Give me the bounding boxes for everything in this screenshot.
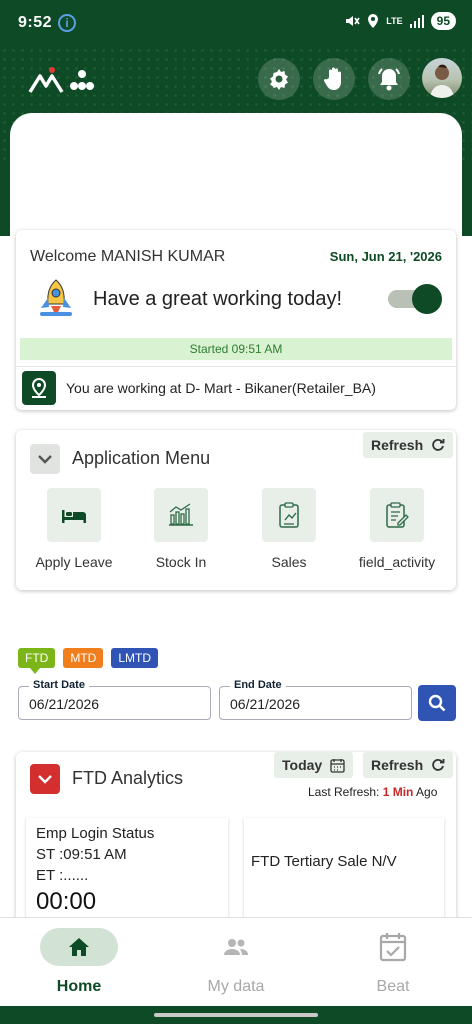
attendance-button[interactable] — [313, 58, 355, 100]
start-date-label: Start Date — [29, 679, 89, 691]
menu-item-field-activity[interactable]: field_activity — [343, 488, 451, 570]
menu-item-label: field_activity — [358, 554, 436, 570]
system-navigation-bar — [0, 1006, 472, 1024]
today-label: Today — [282, 757, 323, 773]
last-refresh-value: 1 Min — [382, 785, 414, 799]
calendar-check-icon — [354, 928, 432, 966]
ftd-analytics-title: FTD Analytics — [72, 768, 184, 788]
nav-label: My data — [207, 978, 265, 995]
settings-button[interactable] — [258, 58, 300, 100]
chip-mtd[interactable]: MTD — [63, 648, 104, 668]
application-menu-title: Application Menu — [72, 448, 211, 468]
hand-icon — [323, 67, 341, 90]
profile-photo — [430, 64, 454, 98]
bed-icon — [47, 488, 101, 542]
info-icon: i — [58, 14, 76, 32]
login-status-card: Emp Login Status ST :09:51 AM ET :......… — [26, 818, 228, 928]
tertiary-sale-card: FTD Tertiary Sale N/V — [244, 818, 444, 928]
welcome-name: Welcome MANISH KUMAR — [30, 248, 226, 265]
last-refresh-text: Last Refresh: 1 Min Ago — [308, 785, 437, 799]
search-button[interactable] — [418, 685, 456, 721]
tertiary-sale-title: FTD Tertiary Sale N/V — [251, 853, 397, 870]
last-refresh-suffix: Ago — [413, 785, 438, 799]
current-date: Sun, Jun 21, '2026 — [329, 249, 442, 264]
login-status-title: Emp Login Status — [36, 825, 155, 842]
analytics-refresh-button[interactable]: Refresh — [363, 752, 454, 778]
chevron-down-icon — [38, 775, 52, 784]
status-bar: 9:52 i LTE 95 — [0, 0, 472, 46]
ftd-analytics-card: FTD Analytics Today Refresh Last Refresh… — [16, 752, 456, 928]
login-duration: 00:00 — [36, 888, 97, 915]
location-status-icon — [368, 14, 379, 28]
people-icon — [197, 928, 275, 966]
calendar-icon — [330, 758, 345, 773]
start-date-field[interactable]: Start Date 06/21/2026 — [18, 679, 211, 720]
menu-item-label: Apply Leave — [35, 554, 113, 570]
refresh-label: Refresh — [371, 437, 424, 453]
clipboard-edit-icon — [370, 488, 424, 542]
last-refresh-prefix: Last Refresh: — [308, 785, 383, 799]
battery-level: 95 — [430, 12, 456, 30]
nav-home[interactable]: Home — [19, 928, 139, 996]
company-logo — [28, 67, 94, 93]
started-time-banner: Started 09:51 AM — [20, 338, 452, 360]
signal-icon — [409, 15, 424, 28]
nav-my-data[interactable]: My data — [176, 928, 296, 996]
bar-chart-icon — [154, 488, 208, 542]
rocket-icon — [40, 279, 72, 316]
menu-item-stock-in[interactable]: Stock In — [127, 488, 235, 570]
work-location-text: You are working at D- Mart - Bikaner(Ret… — [66, 380, 376, 396]
mute-icon — [346, 16, 360, 26]
user-avatar[interactable] — [422, 58, 462, 98]
chip-ftd[interactable]: FTD — [18, 648, 56, 674]
location-pin-icon — [22, 371, 56, 405]
end-date-field[interactable]: End Date 06/21/2026 — [219, 679, 412, 720]
notification-bell-icon — [378, 68, 400, 91]
today-button[interactable]: Today — [274, 752, 354, 778]
work-status-toggle[interactable] — [388, 284, 442, 314]
menu-item-sales[interactable]: Sales — [235, 488, 343, 570]
period-chips: FTD MTD LMTD — [18, 648, 158, 674]
collapse-menu-button[interactable] — [30, 444, 60, 474]
refresh-label: Refresh — [371, 757, 424, 773]
toggle-knob — [412, 284, 442, 314]
gear-icon — [270, 69, 288, 90]
start-date-value: 06/21/2026 — [29, 696, 100, 712]
login-end-time: ET :...... — [36, 867, 89, 884]
chip-label: FTD — [25, 651, 49, 665]
menu-item-label: Stock In — [155, 554, 207, 570]
collapse-analytics-button[interactable] — [30, 764, 60, 794]
nav-label: Home — [56, 978, 102, 995]
gesture-handle[interactable] — [154, 1013, 318, 1017]
login-start-time: ST :09:51 AM — [36, 846, 127, 863]
refresh-icon — [432, 759, 445, 771]
chip-label: MTD — [70, 651, 97, 665]
clock: 9:52 — [18, 14, 53, 31]
network-type: LTE — [386, 15, 403, 26]
welcome-card: Welcome MANISH KUMAR Sun, Jun 21, '2026 … — [16, 230, 456, 410]
end-date-value: 06/21/2026 — [230, 696, 301, 712]
chip-lmtd[interactable]: LMTD — [111, 648, 158, 668]
chip-pointer — [30, 668, 40, 674]
clipboard-sales-icon — [262, 488, 316, 542]
notifications-button[interactable] — [368, 58, 410, 100]
menu-refresh-button[interactable]: Refresh — [363, 432, 454, 458]
chip-label: LMTD — [118, 651, 151, 665]
greeting-text: Have a great working today! — [93, 288, 343, 310]
menu-item-apply-leave[interactable]: Apply Leave — [20, 488, 128, 570]
chevron-down-icon — [38, 455, 52, 464]
search-icon — [428, 694, 446, 712]
system-icons: LTE 95 — [344, 12, 456, 30]
application-menu-card: Application Menu Refresh Apply Leave Sto… — [16, 430, 456, 590]
nav-label: Beat — [376, 978, 410, 995]
nav-beat[interactable]: Beat — [333, 928, 453, 996]
bottom-navigation: Home My data Beat — [0, 917, 472, 1006]
end-date-label: End Date — [230, 679, 286, 691]
home-icon — [40, 928, 118, 966]
work-location-row: You are working at D- Mart - Bikaner(Ret… — [16, 366, 456, 410]
menu-item-label: Sales — [271, 554, 307, 570]
refresh-icon — [432, 439, 445, 451]
